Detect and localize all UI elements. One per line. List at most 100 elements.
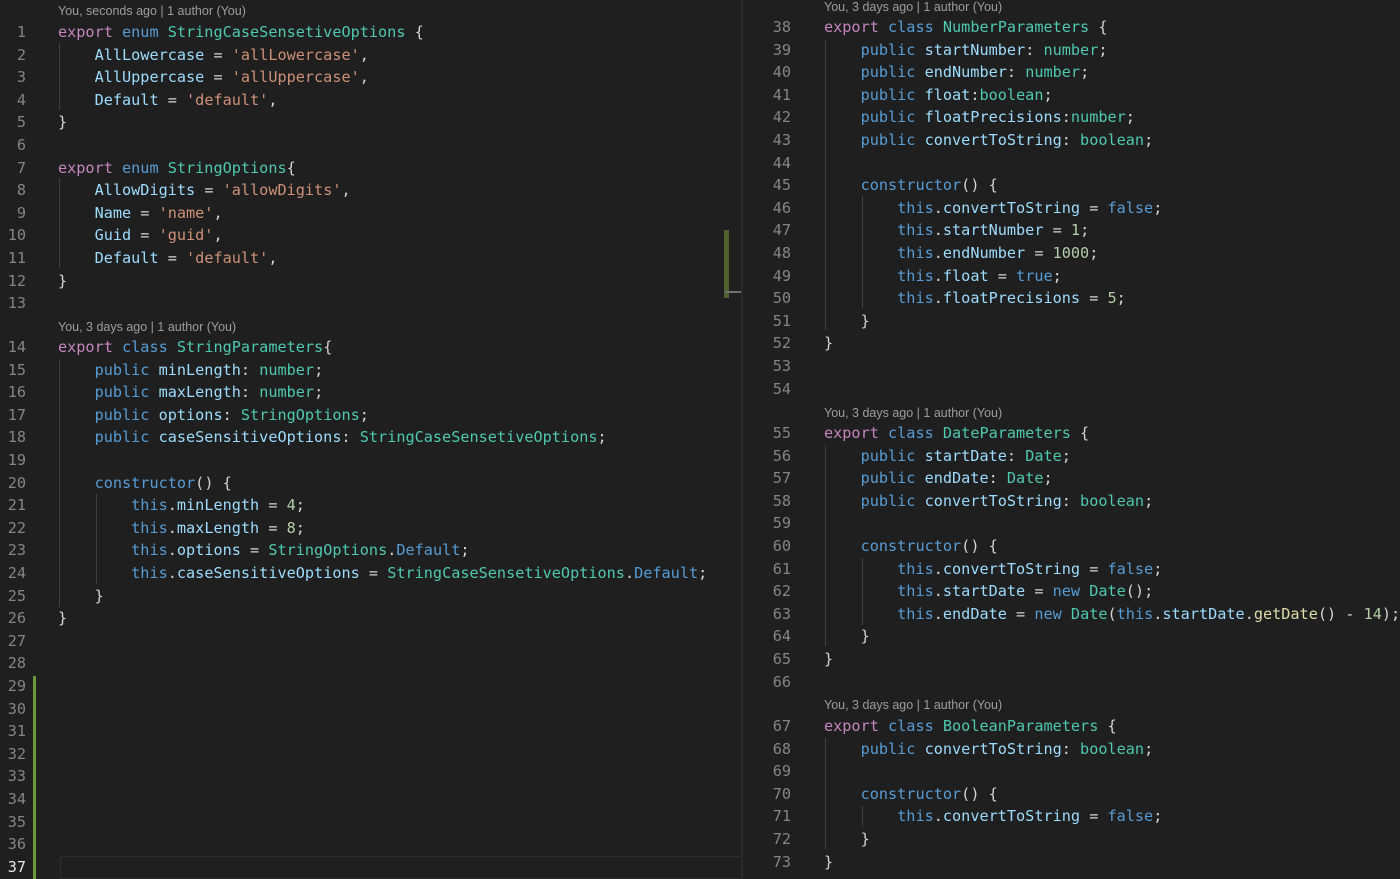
code-line[interactable]: 47 this.startNumber = 1; — [743, 219, 1400, 242]
line-code[interactable]: export class BooleanParameters { — [824, 715, 1117, 738]
scrollbar-change-marker[interactable] — [724, 230, 729, 298]
code-line[interactable]: 53 — [743, 355, 1400, 378]
line-code[interactable]: public startDate: Date; — [824, 445, 1071, 468]
code-line[interactable]: 51 } — [743, 310, 1400, 333]
code-line[interactable]: 65} — [743, 648, 1400, 671]
code-line[interactable]: 30 — [0, 698, 742, 721]
code-line[interactable]: 10 Guid = 'guid', — [0, 224, 742, 247]
code-line[interactable]: 43 public convertToString: boolean; — [743, 129, 1400, 152]
code-line[interactable]: 67 export class BooleanParameters { — [743, 715, 1400, 738]
code-line[interactable]: 3 AllUppercase = 'allUppercase', — [0, 66, 742, 89]
code-line[interactable]: 25 } — [0, 585, 742, 608]
blame-codelens[interactable]: You, seconds ago | 1 author (You) — [58, 1, 246, 21]
line-code[interactable]: } — [824, 625, 870, 648]
line-code[interactable]: this.float = true; — [824, 265, 1062, 288]
blame-codelens[interactable]: You, 3 days ago | 1 author (You) — [824, 0, 1002, 17]
code-line[interactable]: 49 this.float = true; — [743, 265, 1400, 288]
editor-pane-left[interactable]: You, seconds ago | 1 author (You) You, 3… — [0, 0, 742, 879]
code-line[interactable]: 20 constructor() { — [0, 472, 742, 495]
line-code[interactable]: Name = 'name', — [58, 202, 223, 225]
line-code[interactable]: AllUppercase = 'allUppercase', — [58, 66, 369, 89]
line-code[interactable]: public floatPrecisions:number; — [824, 106, 1135, 129]
code-line[interactable]: 62 this.startDate = new Date(); — [743, 580, 1400, 603]
line-code[interactable]: Default = 'default', — [58, 247, 278, 270]
code-line[interactable]: 56 public startDate: Date; — [743, 445, 1400, 468]
code-line[interactable]: 8 AllowDigits = 'allowDigits', — [0, 179, 742, 202]
code-line[interactable]: 44 — [743, 152, 1400, 175]
line-code[interactable]: } — [58, 607, 67, 630]
code-line[interactable]: 22 this.maxLength = 8; — [0, 517, 742, 540]
code-line[interactable]: 35 — [0, 811, 742, 834]
code-line[interactable]: 27 — [0, 630, 742, 653]
code-line[interactable]: 12} — [0, 270, 742, 293]
line-code[interactable]: constructor() { — [824, 783, 998, 806]
code-line[interactable]: 29 — [0, 675, 742, 698]
line-code[interactable]: } — [824, 851, 833, 874]
code-line[interactable]: 41 public float:boolean; — [743, 84, 1400, 107]
line-code[interactable]: AllLowercase = 'allLowercase', — [58, 44, 369, 67]
code-line[interactable]: 72 } — [743, 828, 1400, 851]
line-code[interactable]: AllowDigits = 'allowDigits', — [58, 179, 351, 202]
code-line[interactable]: 39 public startNumber: number; — [743, 39, 1400, 62]
code-line[interactable]: 70 constructor() { — [743, 783, 1400, 806]
line-code[interactable]: public options: StringOptions; — [58, 404, 369, 427]
code-line[interactable]: 11 Default = 'default', — [0, 247, 742, 270]
line-code[interactable]: export enum StringCaseSensetiveOptions { — [58, 21, 424, 44]
editor-pane-right[interactable]: You, 3 days ago | 1 author (You) You, 3 … — [743, 0, 1400, 879]
code-line[interactable]: 68 public convertToString: boolean; — [743, 738, 1400, 761]
code-line[interactable]: 60 constructor() { — [743, 535, 1400, 558]
code-line[interactable]: 52} — [743, 332, 1400, 355]
line-code[interactable]: export class StringParameters{ — [58, 336, 332, 359]
code-line[interactable]: 26} — [0, 607, 742, 630]
line-code[interactable]: this.startNumber = 1; — [824, 219, 1089, 242]
line-code[interactable]: this.convertToString = false; — [824, 197, 1162, 220]
code-line[interactable]: 46 this.convertToString = false; — [743, 197, 1400, 220]
line-code[interactable]: } — [58, 111, 67, 134]
code-line[interactable]: 34 — [0, 788, 742, 811]
line-code[interactable]: public startNumber: number; — [824, 39, 1108, 62]
line-code[interactable]: public convertToString: boolean; — [824, 490, 1154, 513]
line-code[interactable]: Default = 'default', — [58, 89, 278, 112]
code-line[interactable]: 59 — [743, 512, 1400, 535]
code-line[interactable]: 1 export enum StringCaseSensetiveOptions … — [0, 21, 742, 44]
code-line[interactable]: 55 export class DateParameters { — [743, 422, 1400, 445]
code-line[interactable]: 71 this.convertToString = false; — [743, 805, 1400, 828]
code-line[interactable]: 28 — [0, 652, 742, 675]
blame-codelens[interactable]: You, 3 days ago | 1 author (You) — [824, 403, 1002, 423]
line-code[interactable]: this.minLength = 4; — [58, 494, 305, 517]
code-line[interactable]: 40 public endNumber: number; — [743, 61, 1400, 84]
code-line[interactable]: 66 — [743, 671, 1400, 694]
line-code[interactable]: public endDate: Date; — [824, 467, 1053, 490]
line-code[interactable]: this.convertToString = false; — [824, 558, 1162, 581]
line-code[interactable]: this.floatPrecisions = 5; — [824, 287, 1126, 310]
code-line[interactable]: 50 this.floatPrecisions = 5; — [743, 287, 1400, 310]
code-line[interactable]: 69 — [743, 760, 1400, 783]
code-line[interactable]: 14 export class StringParameters{ — [0, 336, 742, 359]
code-line[interactable]: 54 — [743, 378, 1400, 401]
line-code[interactable]: } — [58, 270, 67, 293]
blame-codelens[interactable]: You, 3 days ago | 1 author (You) — [824, 695, 1002, 715]
code-line[interactable]: 17 public options: StringOptions; — [0, 404, 742, 427]
code-line[interactable]: 45 constructor() { — [743, 174, 1400, 197]
line-code[interactable]: this.caseSensitiveOptions = StringCaseSe… — [58, 562, 707, 585]
code-line[interactable]: 61 this.convertToString = false; — [743, 558, 1400, 581]
code-line[interactable]: 23 this.options = StringOptions.Default; — [0, 539, 742, 562]
code-line[interactable]: 36 — [0, 833, 742, 856]
code-line[interactable]: 32 — [0, 743, 742, 766]
line-code[interactable]: export class NumberParameters { — [824, 16, 1108, 39]
code-line[interactable]: 37 — [0, 856, 742, 879]
code-line[interactable]: 2 AllLowercase = 'allLowercase', — [0, 44, 742, 67]
line-code[interactable]: this.options = StringOptions.Default; — [58, 539, 469, 562]
line-code[interactable]: constructor() { — [824, 535, 998, 558]
line-code[interactable]: this.startDate = new Date(); — [824, 580, 1153, 603]
line-code[interactable]: public convertToString: boolean; — [824, 129, 1154, 152]
code-line[interactable]: 16 public maxLength: number; — [0, 381, 742, 404]
code-line[interactable]: 24 this.caseSensitiveOptions = StringCas… — [0, 562, 742, 585]
code-line[interactable]: 13 — [0, 292, 742, 315]
blame-codelens[interactable]: You, 3 days ago | 1 author (You) — [58, 317, 236, 337]
code-line[interactable]: 64 } — [743, 625, 1400, 648]
line-code[interactable]: public minLength: number; — [58, 359, 324, 382]
line-code[interactable]: } — [58, 585, 104, 608]
line-code[interactable]: constructor() { — [58, 472, 232, 495]
code-line[interactable]: 48 this.endNumber = 1000; — [743, 242, 1400, 265]
